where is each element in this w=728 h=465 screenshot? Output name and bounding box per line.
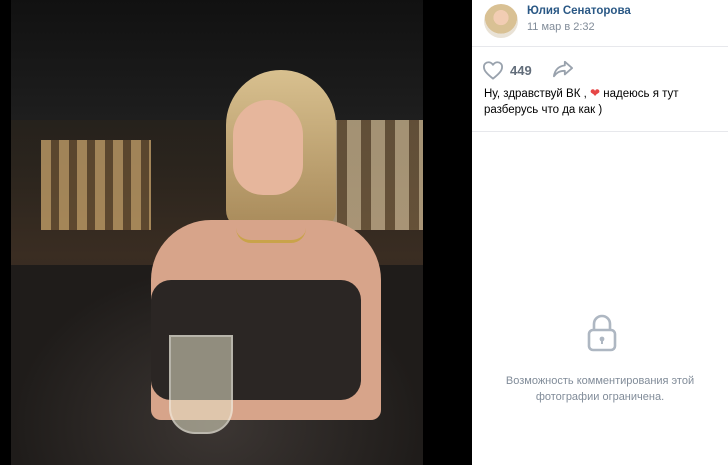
photo-ceiling <box>11 0 423 120</box>
post-photo[interactable] <box>11 0 423 465</box>
post-actions: 449 <box>472 55 728 85</box>
text-divider <box>472 131 728 132</box>
avatar[interactable] <box>484 4 518 38</box>
restricted-line-1: Возможность комментирования этой <box>505 375 695 387</box>
header-divider <box>472 46 728 47</box>
photo-wine-glass <box>169 335 233 434</box>
photo-necklace <box>236 228 306 243</box>
like-count: 449 <box>510 62 532 78</box>
photo-viewer <box>0 0 472 465</box>
like-button[interactable]: 449 <box>482 59 532 81</box>
heart-emoji-icon: ❤ <box>590 86 601 100</box>
share-icon <box>552 59 574 79</box>
post-header: Юлия Сенаторова 11 мар в 2:32 <box>472 0 728 46</box>
author-name[interactable]: Юлия Сенаторова <box>527 5 631 17</box>
restricted-line-2: фотографии ограничена. <box>535 390 665 403</box>
share-button[interactable] <box>552 59 574 81</box>
post-text-part1: Ну, здравствуй ВК , <box>484 88 587 100</box>
photo-face <box>233 100 303 195</box>
post-date[interactable]: 11 мар в 2:32 <box>527 21 595 33</box>
heart-icon <box>482 60 504 80</box>
photo-wall-left <box>41 140 151 230</box>
photo-side-panel: Юлия Сенаторова 11 мар в 2:32 449 Ну, зд… <box>472 0 728 465</box>
photo-wall-right <box>323 120 423 230</box>
post-text: Ну, здравствуй ВК , ❤ надеюсь я тут разб… <box>484 85 716 118</box>
comments-restricted-notice: Возможность комментирования этой фотогра… <box>492 374 708 405</box>
lock-icon <box>585 312 619 354</box>
